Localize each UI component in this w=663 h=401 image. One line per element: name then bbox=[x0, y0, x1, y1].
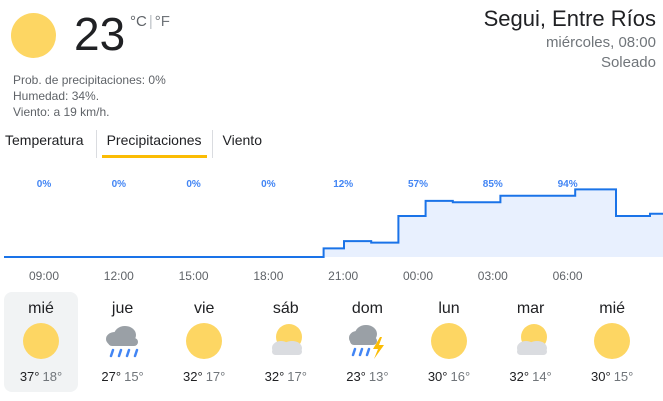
precip-value-label: 0% bbox=[261, 179, 276, 190]
high-temp: 27° bbox=[101, 369, 122, 384]
low-temp: 17° bbox=[205, 369, 226, 384]
day-temps: 32° 14° bbox=[494, 369, 568, 384]
low-temp: 14° bbox=[532, 369, 552, 384]
time-tick-label: 18:00 bbox=[253, 269, 283, 283]
day-name: jue bbox=[111, 300, 134, 317]
forecast-day[interactable]: mar 32° 14° bbox=[494, 292, 568, 392]
partly-cloudy-icon bbox=[266, 321, 306, 361]
weather-condition: Soleado bbox=[600, 54, 656, 71]
day-name: sáb bbox=[272, 300, 299, 317]
precip-value-label: 12% bbox=[333, 179, 353, 190]
precip-value-label: 57% bbox=[408, 179, 428, 190]
forecast-day[interactable]: jue 27° 15° bbox=[86, 292, 160, 392]
tab-viento[interactable]: Viento bbox=[211, 130, 267, 158]
time-tick-label: 00:00 bbox=[403, 269, 433, 283]
chart-tabs: Temperatura Precipitaciones Viento bbox=[0, 130, 267, 160]
low-temp: 18° bbox=[42, 369, 63, 384]
day-name: lun bbox=[438, 300, 460, 317]
precip-area bbox=[4, 189, 663, 257]
time-tick-label: 03:00 bbox=[478, 269, 508, 283]
day-temps: 32° 17° bbox=[249, 369, 323, 384]
high-temp: 32° bbox=[509, 369, 530, 384]
forecast-day[interactable]: dom 23° 13° bbox=[330, 292, 404, 392]
precip-value-label: 85% bbox=[483, 179, 503, 190]
wind: Viento: a 19 km/h. bbox=[13, 105, 110, 119]
day-temps: 27° 15° bbox=[86, 369, 160, 384]
day-name: mié bbox=[28, 300, 54, 317]
forecast-day[interactable]: mié 30° 15° bbox=[575, 292, 649, 392]
low-temp: 15° bbox=[613, 369, 634, 384]
location-datetime: miércoles, 08:00 bbox=[545, 34, 656, 51]
high-temp: 30° bbox=[591, 369, 611, 384]
unit-fahrenheit[interactable]: °F bbox=[155, 13, 170, 30]
day-temps: 37° 18° bbox=[4, 369, 78, 384]
day-temps: 30° 16° bbox=[412, 369, 486, 384]
time-tick-label: 09:00 bbox=[29, 269, 59, 283]
forecast-day[interactable]: mié 37° 18° bbox=[4, 292, 78, 392]
day-temps: 32° 17° bbox=[167, 369, 241, 384]
time-tick-label: 06:00 bbox=[553, 269, 583, 283]
low-temp: 15° bbox=[124, 369, 144, 384]
sun-icon bbox=[592, 321, 632, 361]
day-name: mar bbox=[516, 300, 545, 317]
low-temp: 16° bbox=[450, 369, 471, 384]
high-temp: 32° bbox=[183, 369, 203, 384]
sun-icon bbox=[184, 321, 224, 361]
humidity: Humedad: 34%. bbox=[13, 89, 100, 103]
day-name: dom bbox=[351, 300, 383, 317]
high-temp: 37° bbox=[19, 369, 40, 384]
location-block: Segui, Entre Ríos miércoles, 08:00 Solea… bbox=[484, 5, 656, 73]
unit-celsius[interactable]: °C bbox=[130, 13, 147, 30]
high-temp: 30° bbox=[427, 369, 448, 384]
time-tick-label: 21:00 bbox=[328, 269, 358, 283]
low-temp: 17° bbox=[287, 369, 307, 384]
day-name: mié bbox=[599, 300, 626, 317]
precip-probability: Prob. de precipitaciones: 0% bbox=[13, 73, 166, 87]
sun-icon bbox=[21, 321, 61, 361]
day-temps: 30° 15° bbox=[575, 369, 649, 384]
current-temperature: 23 bbox=[74, 8, 126, 60]
precipitation-chart: 0% 0% 0% 0% 12% 57% 85% 94% 09:00 12:00 15:00 18:00… bbox=[4, 179, 663, 283]
day-temps: 23° 13° bbox=[330, 369, 404, 384]
high-temp: 23° bbox=[346, 369, 366, 384]
day-name: vie bbox=[193, 300, 215, 317]
forecast-day[interactable]: lun 30° 16° bbox=[412, 292, 486, 392]
forecast-day[interactable]: sáb 32° 17° bbox=[249, 292, 323, 392]
unit-switcher: °C | °F bbox=[130, 13, 170, 30]
unit-separator: | bbox=[148, 13, 153, 30]
location-city: Segui, Entre Ríos bbox=[483, 6, 656, 31]
forecast-day[interactable]: vie 32° 17° bbox=[167, 292, 241, 392]
low-temp: 13° bbox=[368, 369, 389, 384]
partly-cloudy-icon bbox=[511, 321, 551, 361]
daily-forecast: mié 37° 18° jue 27° 15° vie 32° 17° sáb 32° 17° dom 2… bbox=[4, 292, 660, 392]
weather-details: Prob. de precipitaciones: 0% Humedad: 34… bbox=[13, 72, 166, 120]
precip-value-label: 0% bbox=[186, 179, 201, 190]
precip-value-label: 94% bbox=[558, 179, 578, 190]
precip-value-label: 0% bbox=[37, 179, 52, 190]
time-tick-label: 12:00 bbox=[104, 269, 134, 283]
tab-temperatura[interactable]: Temperatura bbox=[0, 130, 96, 158]
rain-cloud-icon bbox=[103, 321, 143, 361]
sun-icon bbox=[11, 13, 56, 58]
tab-precipitaciones[interactable]: Precipitaciones bbox=[95, 130, 212, 158]
sun-icon bbox=[429, 321, 469, 361]
time-tick-label: 15:00 bbox=[179, 269, 209, 283]
precip-value-label: 0% bbox=[112, 179, 127, 190]
thunderstorm-icon bbox=[347, 321, 387, 361]
high-temp: 32° bbox=[264, 369, 285, 384]
